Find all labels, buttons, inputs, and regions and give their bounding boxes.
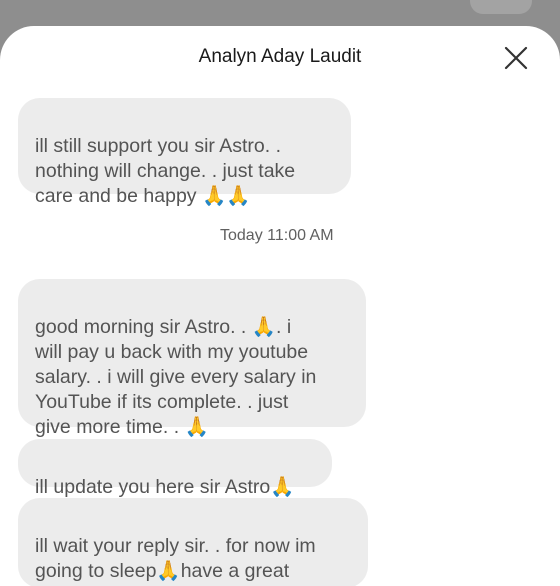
conversation-sheet: Analyn Aday Laudit ill still support you… <box>0 26 560 586</box>
message-text: ill wait your reply sir. . for now im go… <box>35 535 316 582</box>
message-bubble[interactable]: ill still support you sir Astro. . nothi… <box>18 98 351 207</box>
message-bubble[interactable]: good morning sir Astro. . 🙏. i will pay … <box>18 279 366 438</box>
timestamp: Today 11:00 AM <box>220 227 334 244</box>
background-pill <box>470 0 532 14</box>
close-icon[interactable] <box>502 44 530 72</box>
contact-name: Analyn Aday Laudit <box>198 46 362 67</box>
message-text: good morning sir Astro. . 🙏. i will pay … <box>35 316 317 438</box>
message-bubble[interactable]: ill wait your reply sir. . for now im go… <box>18 498 368 586</box>
message-text: ill update you here sir Astro🙏 <box>35 476 295 498</box>
message-text: ill still support you sir Astro. . nothi… <box>35 135 296 207</box>
message-bubble[interactable]: ill update you here sir Astro🙏 <box>18 439 332 498</box>
sheet-header: Analyn Aday Laudit <box>0 26 560 92</box>
